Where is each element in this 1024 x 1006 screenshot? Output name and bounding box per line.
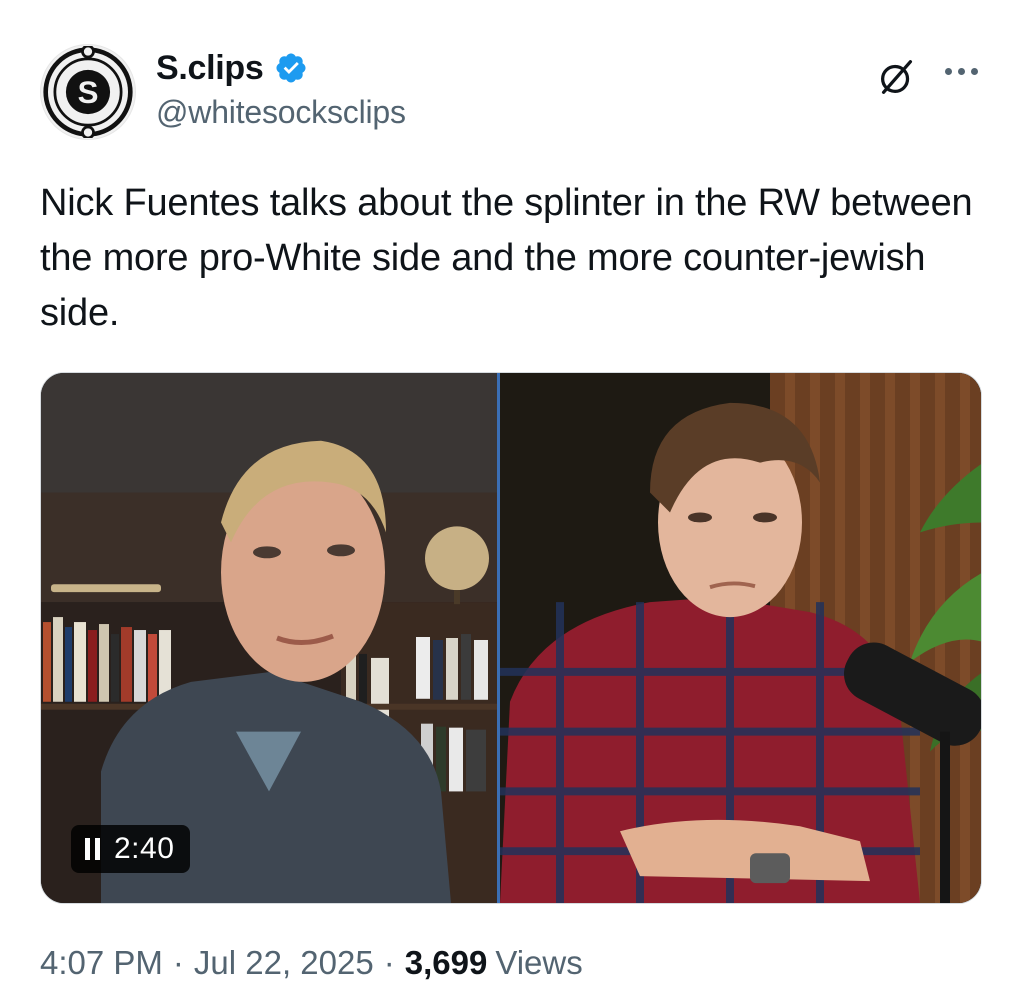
display-name[interactable]: S.clips (156, 49, 264, 88)
meta-separator: · (172, 944, 184, 981)
tweet-text: Nick Fuentes talks about the splinter in… (40, 182, 973, 334)
video-frame-right (500, 373, 981, 903)
avatar[interactable]: S (40, 44, 136, 140)
avatar-letter: S (78, 75, 99, 110)
author-name-row: S.clips (156, 44, 308, 92)
views-count: 3,699 (404, 944, 488, 981)
tweet-date[interactable]: Jul 22, 2025 (194, 944, 374, 982)
pause-icon[interactable] (85, 838, 100, 860)
video-frame-left (41, 373, 497, 903)
tweet-card: S S.clips @whitesocksclips Nick Fuentes … (0, 0, 1024, 1006)
author-handle[interactable]: @whitesocksclips (156, 94, 406, 131)
tweet-time[interactable]: 4:07 PM (40, 944, 163, 982)
video-player[interactable]: 2:40 (40, 372, 982, 904)
s-logo-icon: S (43, 46, 133, 138)
video-time-badge[interactable]: 2:40 (71, 825, 191, 873)
tweet-meta: 4:07 PM · Jul 22, 2025 · 3,699 Views (40, 944, 583, 982)
verified-badge-icon (275, 53, 306, 83)
meta-separator: · (383, 944, 395, 981)
video-time-remaining: 2:40 (114, 832, 175, 865)
views-label: Views (495, 944, 583, 981)
grok-icon[interactable] (874, 54, 920, 100)
more-options-icon[interactable] (938, 56, 984, 86)
